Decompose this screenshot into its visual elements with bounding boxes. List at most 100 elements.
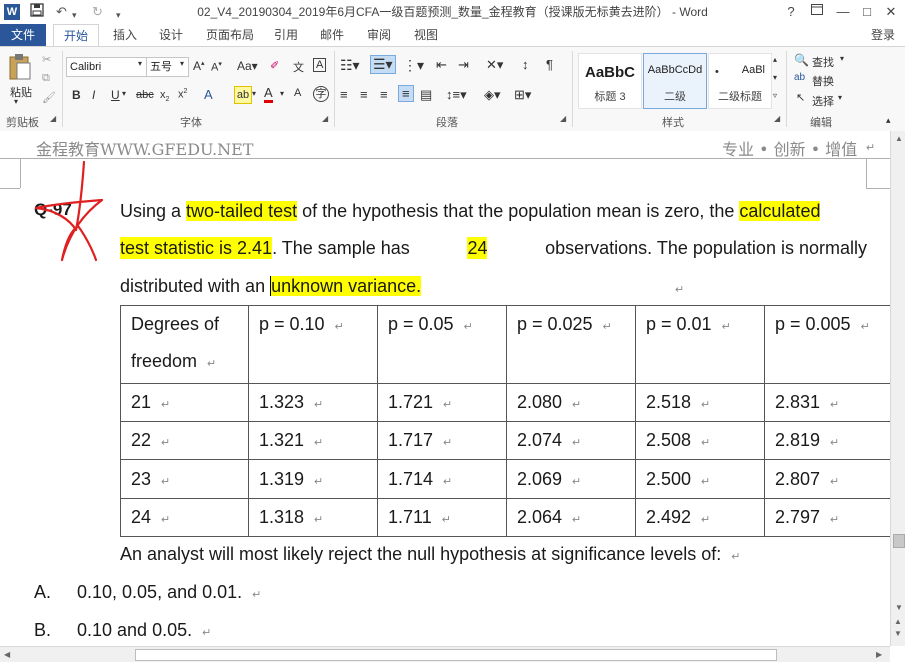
tab-view[interactable]: 视图 [404,24,448,46]
restore-button[interactable]: □ [856,2,878,22]
bold-icon[interactable]: B [72,88,81,102]
close-button[interactable]: ✕ [880,2,902,22]
font-launcher-icon[interactable]: ◢ [322,114,328,123]
customize-quick-access-icon[interactable]: ▾ [116,6,121,24]
word-app-icon[interactable]: W [4,4,20,20]
highlight-color-icon[interactable]: ab [234,86,252,104]
superscript-icon[interactable]: x2 [178,88,187,101]
margin-corner [20,158,21,188]
underline-icon[interactable]: U [111,88,120,102]
character-border-icon[interactable]: A [313,58,327,72]
clipboard-launcher-icon[interactable]: ◢ [50,114,56,123]
tab-mailings[interactable]: 邮件 [310,24,354,46]
margin-corner [0,188,20,189]
underline-dropdown-icon[interactable]: ▾ [122,89,126,98]
align-right-icon[interactable]: ≡ [380,87,388,102]
minimize-button[interactable]: — [832,2,854,22]
find-dropdown-icon[interactable]: ▾ [840,54,844,63]
style-heading3[interactable]: AaBbC 标题 3 [578,53,642,109]
collapse-ribbon-icon[interactable]: ▴ [886,115,891,126]
line-spacing-icon[interactable]: ↕≡▾ [446,87,467,103]
margin-corner [866,188,890,189]
strikethrough-icon[interactable]: abc [136,89,154,101]
cut-icon[interactable]: ✂ [42,53,51,66]
sort-icon[interactable]: ↕ [522,57,529,72]
table-cell: 2.074 ↵ [506,421,636,460]
highlight-dropdown-icon[interactable]: ▾ [252,89,256,98]
clear-formatting-icon[interactable]: ✐ [270,59,279,72]
font-size-dropdown-icon[interactable]: ▾ [180,59,184,68]
font-color-icon[interactable]: A [264,86,273,103]
text-effects-icon[interactable]: A [204,87,213,102]
show-hide-marks-icon[interactable]: ¶ [546,57,553,72]
copy-icon[interactable]: ⧉ [42,72,50,85]
tab-design[interactable]: 设计 [149,24,193,46]
undo-icon[interactable]: ↶ [56,3,67,21]
vertical-scrollbar[interactable]: ▲ ▼ ▲ ▼ [890,131,905,646]
shading-icon[interactable]: ◈▾ [484,87,501,103]
align-center-icon[interactable]: ≡ [360,87,368,102]
previous-page-icon[interactable]: ▲ [894,617,902,626]
align-left-icon[interactable]: ≡ [340,87,348,102]
scroll-left-icon[interactable]: ◀ [4,650,10,659]
table-cell: 1.721 ↵ [377,383,507,422]
style-level2[interactable]: AaBbCcDd 二级 [643,53,707,109]
font-name-dropdown-icon[interactable]: ▾ [138,59,142,68]
justify-icon[interactable]: ≡ [398,85,414,102]
scroll-thumb[interactable] [135,649,777,661]
paragraph-launcher-icon[interactable]: ◢ [560,114,566,123]
format-painter-icon[interactable]: 🖌 [42,91,56,104]
replace-icon[interactable]: ab [794,72,805,83]
italic-icon[interactable]: I [92,88,95,102]
scroll-up-icon[interactable]: ▲ [895,134,903,143]
ribbon-display-options-icon[interactable] [806,2,828,22]
borders-icon[interactable]: ⊞▾ [514,87,531,103]
bullets-icon[interactable]: ☷▾ [340,57,360,74]
distributed-icon[interactable]: ▤ [420,87,432,103]
font-color-dropdown-icon[interactable]: ▾ [280,89,284,98]
font-name-select[interactable]: Calibri [66,57,147,77]
save-icon[interactable] [30,3,44,22]
select-button[interactable]: 选择 [812,93,834,109]
character-shading-icon[interactable]: A [294,87,301,99]
styles-launcher-icon[interactable]: ◢ [774,114,780,123]
chinese-layout-icon[interactable]: ✕▾ [486,57,503,73]
next-page-icon[interactable]: ▼ [894,629,902,638]
undo-dropdown-icon[interactable]: ▾ [72,6,77,24]
scroll-thumb[interactable] [893,534,905,548]
enclose-characters-icon[interactable]: 字 [313,86,329,102]
help-button[interactable]: ? [780,2,802,22]
styles-scroll-up-icon[interactable]: ▴ [773,55,777,64]
subscript-icon[interactable]: x2 [160,89,169,103]
login-link[interactable]: 登录 [871,24,895,46]
tab-review[interactable]: 审阅 [357,24,401,46]
tab-references[interactable]: 引用 [264,24,308,46]
phonetic-guide-icon[interactable]: 文 [293,59,304,75]
multilevel-list-icon[interactable]: ⋮▾ [403,57,424,74]
numbering-icon[interactable]: ☰▾ [370,55,396,74]
redo-icon[interactable]: ↻ [92,3,103,21]
increase-indent-icon[interactable]: ⇥ [458,57,469,73]
styles-scroll-down-icon[interactable]: ▾ [773,73,777,82]
tab-home[interactable]: 开始 [53,24,100,47]
grow-font-icon[interactable]: A▴ [193,59,205,73]
tab-layout[interactable]: 页面布局 [196,24,264,46]
paste-icon[interactable] [8,53,32,86]
scroll-down-icon[interactable]: ▼ [895,603,903,612]
style-level2-heading[interactable]: AaBl • 二级标题 [708,53,772,109]
style-sample: AaBbC [584,64,635,81]
replace-button[interactable]: 替换 [812,73,834,89]
change-case-icon[interactable]: Aa▾ [237,59,258,73]
decrease-indent-icon[interactable]: ⇤ [436,57,447,73]
scroll-right-icon[interactable]: ▶ [876,650,882,659]
horizontal-scrollbar[interactable]: ◀ ▶ [0,646,890,662]
tab-insert[interactable]: 插入 [103,24,147,46]
select-dropdown-icon[interactable]: ▾ [838,93,842,102]
shrink-font-icon[interactable]: A▾ [211,60,222,74]
find-button[interactable]: 查找 [812,54,834,70]
find-icon[interactable]: 🔍 [794,53,809,67]
styles-more-icon[interactable]: ▿ [773,91,777,100]
select-icon[interactable]: ↖ [796,91,805,104]
paste-dropdown-icon[interactable]: ▾ [14,97,18,106]
tab-file[interactable]: 文件 [0,24,46,46]
